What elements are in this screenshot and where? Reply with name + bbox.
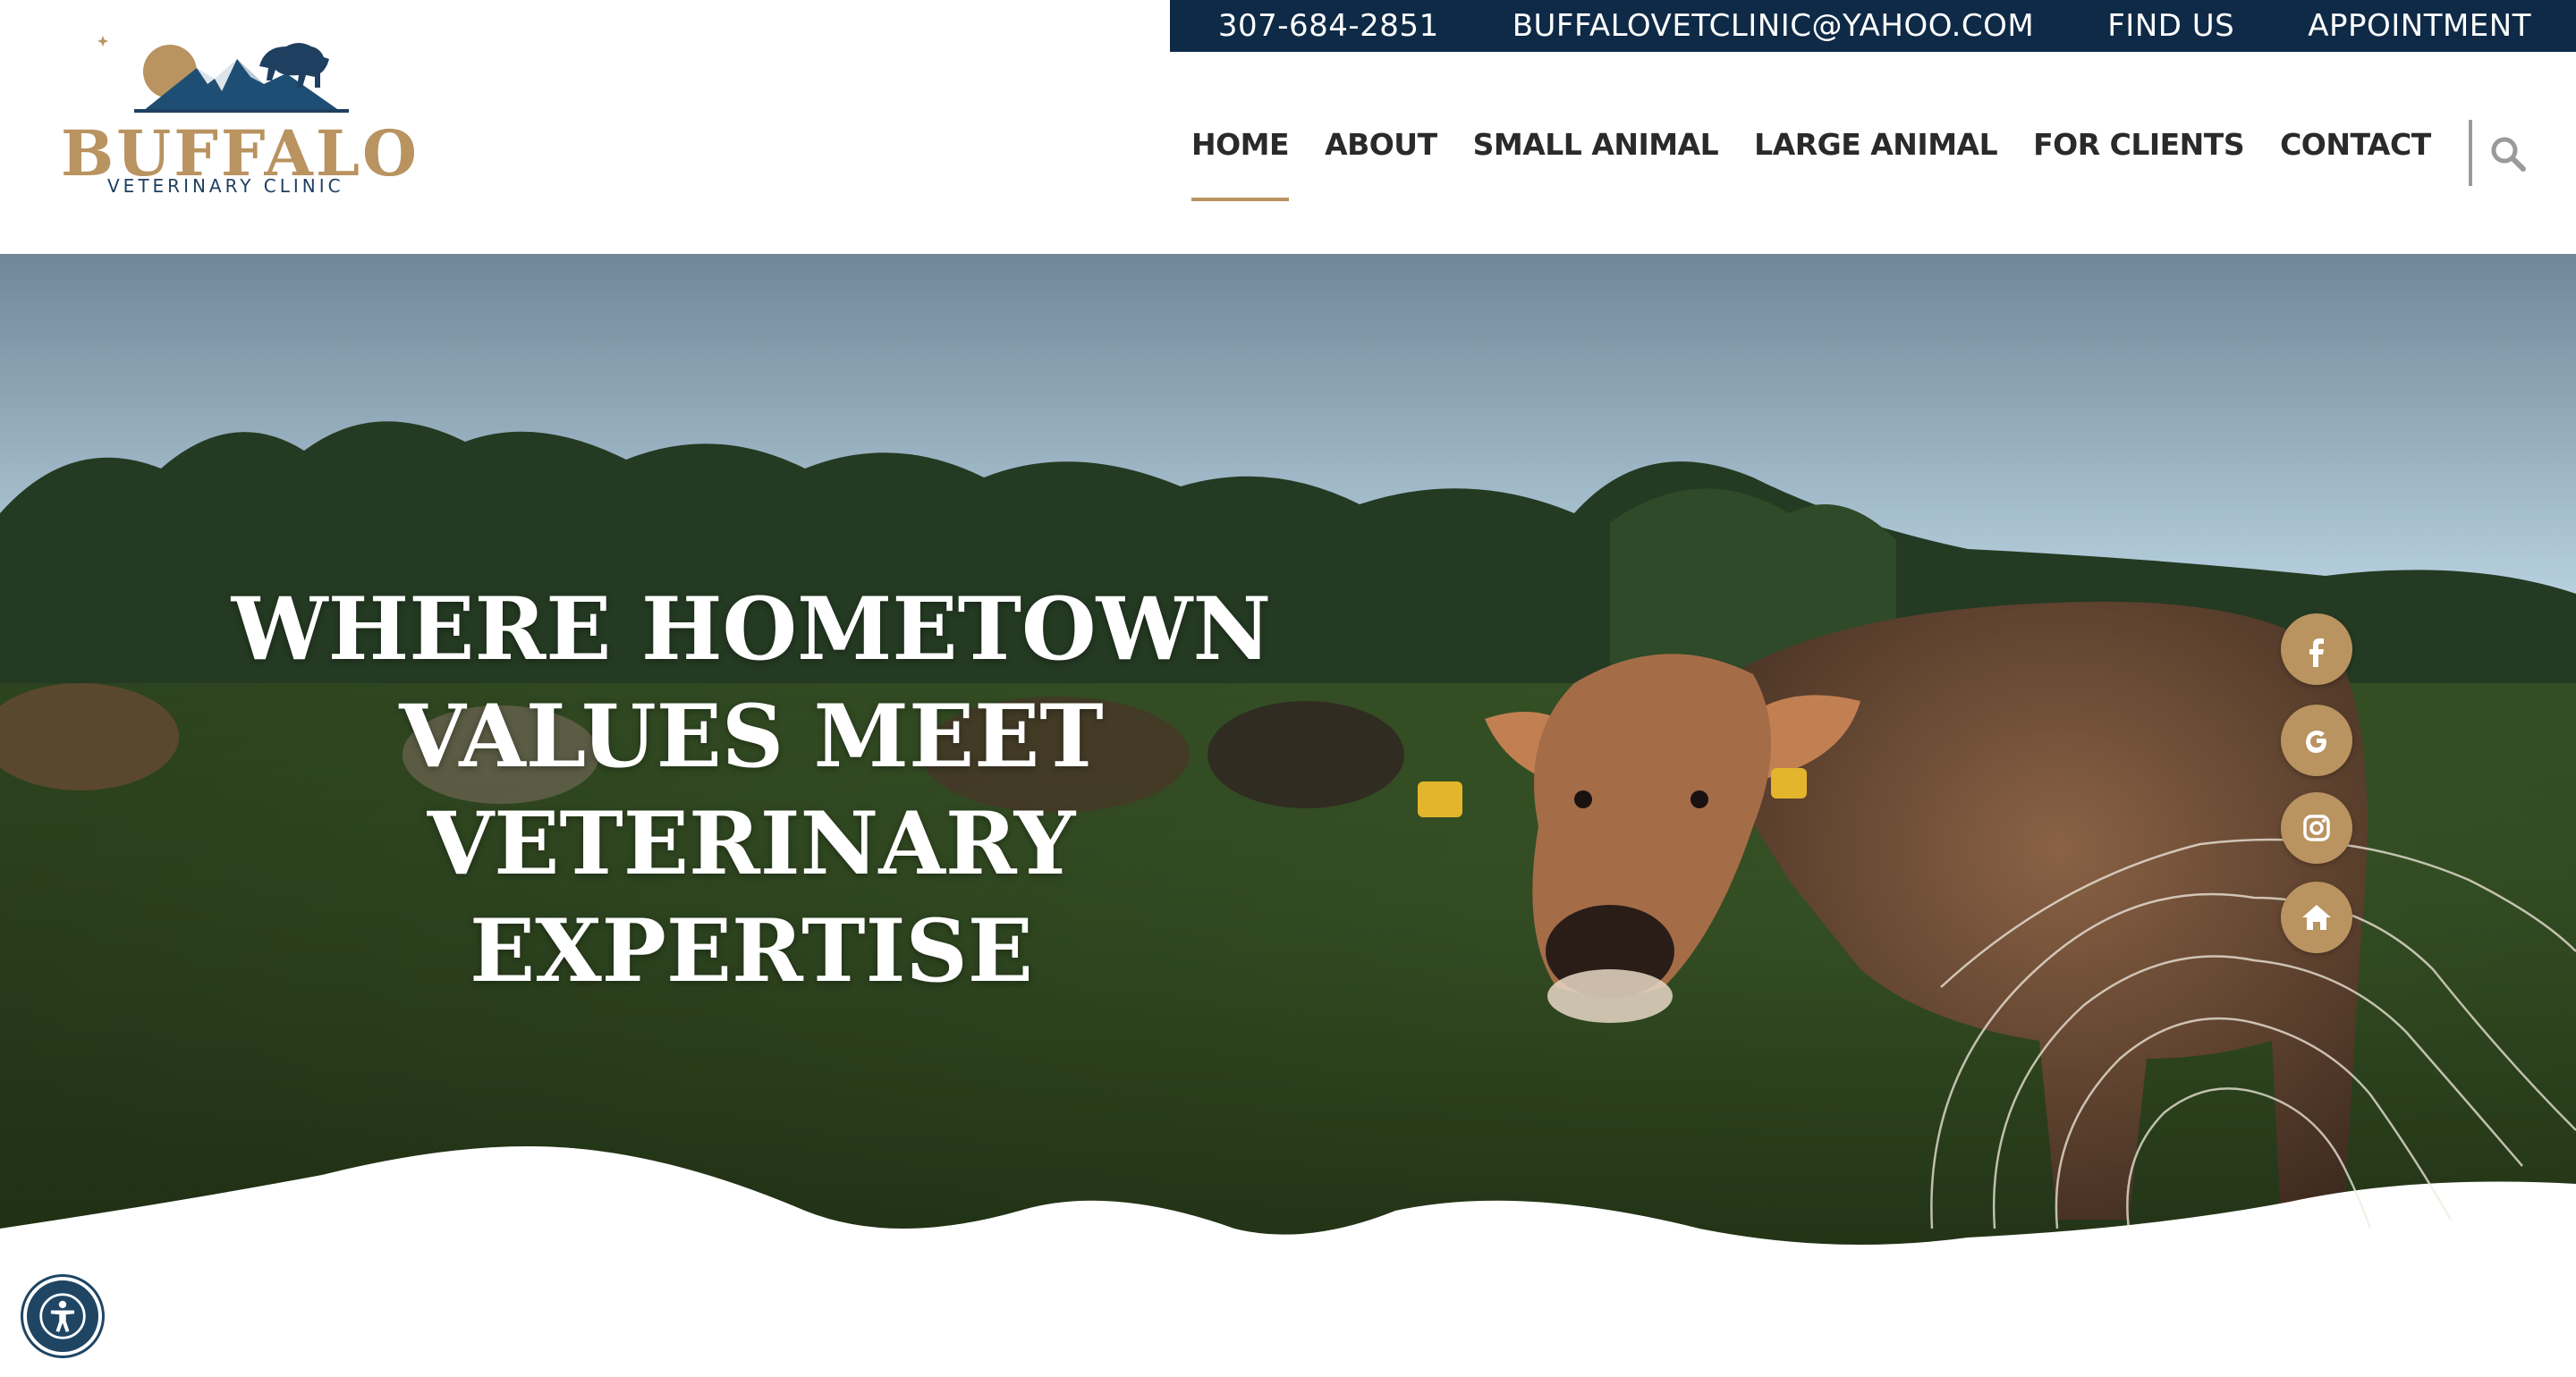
home-button[interactable] [2281,882,2352,953]
hero-title: WHERE HOMETOWN VALUES MEET VETERINARY EX… [231,579,1272,1001]
logo-subtitle: VETERINARY CLINIC [107,175,344,197]
nav-item-contact[interactable]: CONTACT [2280,127,2431,162]
google-button[interactable] [2281,705,2352,776]
instagram-icon [2303,815,2330,841]
search-button[interactable] [2488,134,2528,173]
email-link[interactable]: BUFFALOVETCLINIC@YAHOO.COM [1513,8,2035,44]
accessibility-icon [39,1293,86,1339]
nav-item-about[interactable]: ABOUT [1325,127,1437,162]
main-nav: HOME ABOUT SMALL ANIMAL LARGE ANIMAL FOR… [1191,127,2467,201]
nav-divider [2469,120,2472,186]
instagram-button[interactable] [2281,792,2352,864]
facebook-button[interactable] [2281,613,2352,685]
hero-banner: WHERE HOMETOWN VALUES MEET VETERINARY EX… [0,254,2576,1255]
nav-item-home[interactable]: HOME [1191,127,1290,201]
phone-link[interactable]: 307-684-2851 [1218,8,1439,44]
home-icon [2302,905,2331,930]
nav-item-small-animal[interactable]: SMALL ANIMAL [1473,127,1719,162]
nav-item-large-animal[interactable]: LARGE ANIMAL [1754,127,1997,162]
search-icon [2491,137,2526,172]
accessibility-button[interactable] [23,1277,102,1356]
find-us-link[interactable]: FIND US [2107,8,2234,44]
top-utility-bar: 307-684-2851 BUFFALOVETCLINIC@YAHOO.COM … [1170,0,2576,52]
site-logo[interactable]: BUFFALO VETERINARY CLINIC [54,32,429,202]
appointment-link[interactable]: APPOINTMENT [2308,8,2531,44]
nav-item-for-clients[interactable]: FOR CLIENTS [2033,127,2244,162]
google-icon [2306,731,2326,753]
facebook-icon [2309,638,2324,667]
logo-mountain-buffalo-icon [97,36,349,113]
